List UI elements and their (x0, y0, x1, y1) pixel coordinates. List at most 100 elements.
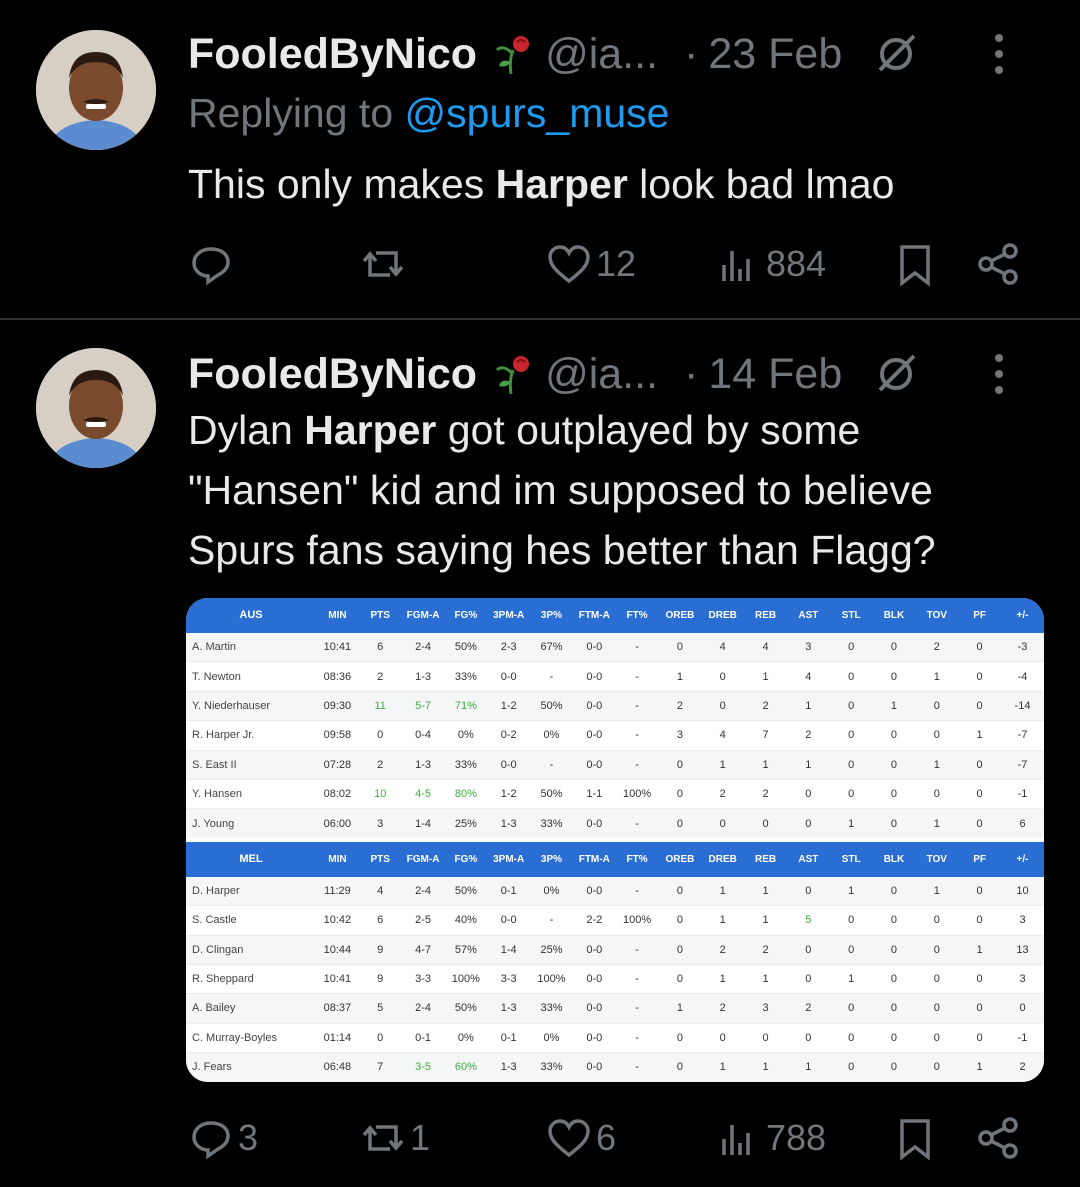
grok-icon[interactable] (872, 30, 920, 78)
tweet-1[interactable]: FooledByNico @ia... · 23 Feb Replying to… (0, 0, 1080, 318)
stat-cell: 1 (958, 935, 1001, 965)
player-row: J. Young 06:00 3 1-4 25% 1-3 33% 0-0-0 0 0 0 1 0 1 0 6 (186, 808, 1044, 841)
tweet-text: Dylan Harper got outplayed by some "Hans… (188, 407, 936, 573)
separator-dot: · (684, 349, 699, 398)
bookmark-button[interactable] (892, 1108, 938, 1168)
stat-cell: 2 (358, 661, 402, 692)
stat-cell: 100% (615, 779, 659, 810)
tweet-date[interactable]: 14 Feb (708, 350, 842, 399)
stat-cell: 7 (358, 1052, 402, 1082)
stat-cell: 0 (915, 779, 959, 810)
stat-cell: -1 (1001, 1023, 1044, 1054)
share-icon (978, 243, 1018, 285)
stat-cell: 0-0 (487, 750, 531, 780)
handle[interactable]: @ia... (545, 30, 658, 79)
stat-cell: 1 (744, 905, 787, 936)
like-button[interactable]: 6 (546, 1108, 616, 1168)
stat-cell: 67% (530, 633, 573, 663)
retweet-button[interactable]: 1 (360, 1108, 430, 1168)
stat-cell: 0 (786, 1023, 830, 1054)
stat-cell: 6 (358, 905, 402, 936)
stat-cell: 0 (872, 720, 916, 751)
stat-cell: 4 (701, 633, 745, 663)
stat-cell: 06:00 (316, 808, 359, 841)
stat-cell: - (615, 808, 659, 841)
tweet-date[interactable]: 23 Feb (708, 30, 842, 79)
column-header: BLK (872, 837, 916, 877)
bookmark-button[interactable] (892, 234, 938, 294)
stat-cell: 11 (358, 691, 402, 722)
player-row: C. Murray-Boyles 01:14 0 0-1 0% 0-1 0% 0-0-0 0 0 0… (186, 1023, 1044, 1054)
tweet-actions: 12 884 (188, 234, 1050, 294)
more-options-icon[interactable] (994, 350, 1004, 398)
stat-cell: -3 (1001, 633, 1044, 663)
player-name: Y. Hansen (186, 779, 316, 810)
retweet-button[interactable] (360, 234, 410, 294)
player-name: R. Sheppard (186, 964, 316, 995)
stat-cell: 3 (786, 633, 830, 663)
stat-cell: 0 (915, 905, 959, 936)
reply-button[interactable] (188, 234, 238, 294)
stat-cell: 0 (829, 779, 873, 810)
column-header: STL (829, 598, 873, 633)
stat-cell: 3 (744, 993, 787, 1024)
share-button[interactable] (976, 234, 1022, 294)
more-options-icon[interactable] (994, 30, 1004, 78)
grok-icon[interactable] (872, 350, 920, 398)
stat-cell: 0 (701, 808, 745, 841)
box-score-image[interactable]: AUS MIN PTS FGM-A FG% 3PM-A 3P% FTM-A FT% OREB DRE… (186, 598, 1044, 1082)
reply-button[interactable]: 3 (188, 1108, 258, 1168)
stat-cell: 0 (915, 691, 959, 722)
tweet-2[interactable]: FooledByNico @ia... · 14 Feb Dylan Harpe… (0, 320, 1080, 1187)
display-name[interactable]: FooledByNico (188, 30, 477, 79)
retweet-icon (362, 1125, 404, 1151)
like-button[interactable]: 12 (546, 234, 636, 294)
stat-cell: 40% (444, 905, 488, 936)
views-button[interactable]: 884 (716, 234, 826, 294)
stat-cell: 11:29 (316, 876, 359, 907)
stat-cell: 0 (701, 691, 745, 722)
player-name: A. Bailey (186, 993, 316, 1024)
avatar[interactable] (36, 348, 156, 468)
stat-cell: 10 (358, 779, 402, 810)
player-row: J. Fears 06:48 7 3-5 60% 1-3 33% 0-0-0 1 1 1 0 0 0 1 2 (186, 1052, 1044, 1082)
views-button[interactable]: 788 (716, 1108, 826, 1168)
stat-cell: 1-3 (401, 661, 445, 692)
stat-cell: 09:58 (316, 720, 359, 751)
stat-cell: 0 (872, 876, 916, 907)
stat-cell: -7 (1001, 750, 1044, 780)
stat-cell: 0 (958, 1023, 1001, 1054)
stat-cell: 0 (658, 905, 702, 936)
stat-cell: - (615, 935, 659, 965)
stat-cell: 0 (829, 1023, 873, 1054)
stat-cell: - (530, 905, 573, 936)
column-header: PF (958, 837, 1001, 877)
stat-cell: 1-4 (401, 808, 445, 841)
stat-cell: 1-3 (487, 808, 531, 841)
stat-cell: 50% (444, 633, 488, 663)
share-button[interactable] (976, 1108, 1022, 1168)
stat-cell: 80% (444, 779, 488, 810)
display-name[interactable]: FooledByNico (188, 350, 477, 399)
stat-cell: 2 (1001, 1052, 1044, 1082)
player-name: A. Martin (186, 633, 316, 663)
stat-cell: 0 (786, 876, 830, 907)
handle[interactable]: @ia... (545, 350, 658, 399)
player-row: A. Martin 10:41 6 2-4 50% 2-3 67% 0-0-0 4 4 3 0 0 2 0-… (186, 633, 1044, 663)
stat-cell: -14 (1001, 691, 1044, 722)
avatar[interactable] (36, 30, 156, 150)
column-header: FTM-A (572, 598, 616, 633)
player-row: S. East II 07:28 2 1-3 33% 0-0-0-0-0 1 1 1 0 0 1 0 -7 (186, 750, 1044, 780)
stat-cell: 50% (444, 993, 488, 1024)
stat-cell: 0-0 (572, 633, 616, 663)
column-header: PF (958, 598, 1001, 633)
stat-cell: 0 (786, 964, 830, 995)
stat-cell: 0 (658, 876, 702, 907)
stat-cell: 1-2 (487, 779, 531, 810)
reply-icon (192, 247, 230, 286)
reply-mention-link[interactable]: @spurs_muse (405, 90, 670, 136)
stat-cell: 1 (915, 808, 959, 841)
stat-cell: - (615, 993, 659, 1024)
player-name: D. Clingan (186, 935, 316, 965)
stat-cell: 1 (744, 876, 787, 907)
